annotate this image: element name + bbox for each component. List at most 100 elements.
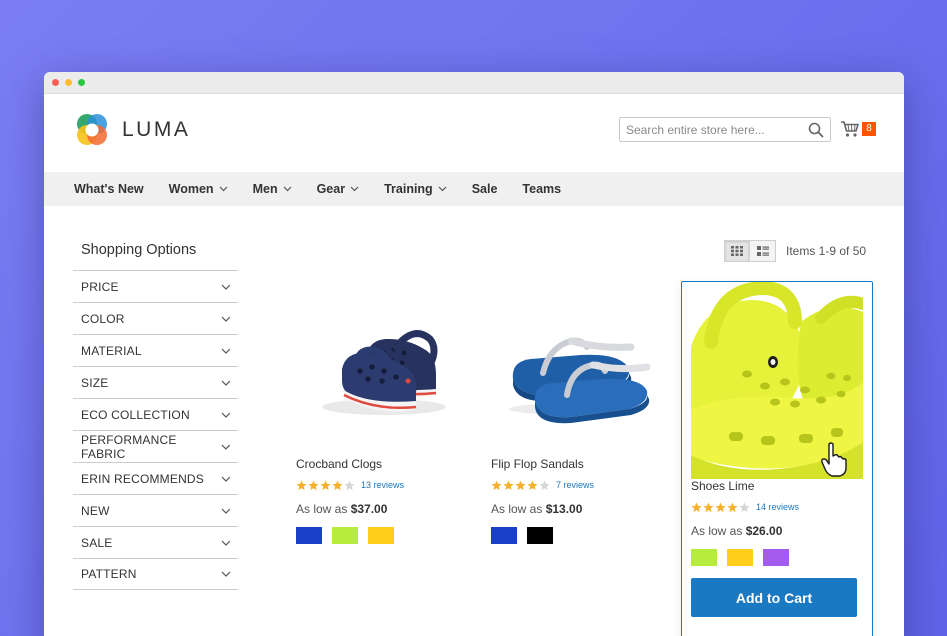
- grid-view-button[interactable]: [724, 240, 750, 262]
- star-filled-icon: [491, 479, 502, 490]
- chevron-down-icon: [221, 476, 231, 482]
- star-filled-icon: [320, 479, 331, 490]
- luma-logo-icon: [77, 114, 107, 145]
- reviews-link[interactable]: 7 reviews: [556, 480, 594, 490]
- filter-new[interactable]: NEW: [73, 494, 238, 526]
- nav-item-label: Women: [168, 182, 214, 196]
- site-header: LUMA 8: [44, 94, 904, 172]
- search-box: [619, 117, 831, 142]
- nav-item-whats-new[interactable]: What's New: [74, 182, 144, 196]
- color-swatch-yellow[interactable]: [368, 527, 394, 544]
- color-swatch-lime[interactable]: [332, 527, 358, 544]
- product-card[interactable]: Crocband Clogs 13 reviews As low as $37.…: [296, 277, 476, 544]
- product-name[interactable]: Flip Flop Sandals: [491, 457, 671, 475]
- browser-window: LUMA 8 What's New Women: [44, 72, 904, 636]
- add-to-cart-button[interactable]: Add to Cart: [691, 578, 857, 617]
- color-swatch-blue[interactable]: [491, 527, 517, 544]
- filter-label: COLOR: [81, 311, 125, 326]
- list-view-button[interactable]: [750, 240, 776, 262]
- nav-item-sale[interactable]: Sale: [472, 182, 498, 196]
- logo[interactable]: LUMA: [74, 112, 190, 148]
- color-swatch-black[interactable]: [527, 527, 553, 544]
- color-swatches: [296, 527, 476, 544]
- products-toolbar: Items 1-9 of 50: [724, 240, 866, 262]
- chevron-down-icon: [221, 284, 231, 290]
- filter-sale[interactable]: SALE: [73, 526, 238, 558]
- search-icon[interactable]: [808, 122, 824, 138]
- chevron-down-icon: [283, 186, 292, 192]
- product-card[interactable]: Flip Flop Sandals 7 reviews As low as $1…: [491, 277, 671, 544]
- filter-eco-collection[interactable]: ECO COLLECTION: [73, 398, 238, 430]
- nav-item-men[interactable]: Men: [253, 182, 292, 196]
- star-empty-icon: [539, 479, 550, 490]
- chevron-down-icon: [221, 412, 231, 418]
- chevron-down-icon: [221, 348, 231, 354]
- filter-label: ERIN RECOMMENDS: [81, 471, 205, 486]
- chevron-down-icon: [350, 186, 359, 192]
- reviews-link[interactable]: 14 reviews: [756, 502, 799, 512]
- filter-label: ECO COLLECTION: [81, 407, 190, 422]
- list-icon: [756, 246, 769, 256]
- product-image[interactable]: [691, 282, 863, 479]
- search-input[interactable]: [626, 119, 806, 140]
- product-name[interactable]: Crocband Clogs: [296, 457, 476, 475]
- star-filled-icon: [296, 479, 307, 490]
- price-value: $37.00: [350, 502, 388, 516]
- color-swatch-yellow[interactable]: [727, 549, 753, 566]
- chevron-down-icon: [221, 444, 231, 450]
- filter-color[interactable]: COLOR: [73, 302, 238, 334]
- nav-item-teams[interactable]: Teams: [522, 182, 561, 196]
- color-swatch-lime[interactable]: [691, 549, 717, 566]
- chevron-down-icon: [219, 186, 228, 192]
- filter-label: SIZE: [81, 375, 109, 390]
- color-swatches: [691, 549, 863, 566]
- filter-price[interactable]: PRICE: [73, 270, 238, 302]
- price-value: $13.00: [545, 502, 583, 516]
- minimize-window-button[interactable]: [65, 79, 72, 86]
- product-image[interactable]: [296, 277, 468, 457]
- filter-size[interactable]: SIZE: [73, 366, 238, 398]
- minicart[interactable]: 8: [840, 120, 876, 138]
- product-name[interactable]: Shoes Lime: [691, 479, 863, 497]
- close-window-button[interactable]: [52, 79, 59, 86]
- color-swatch-purple[interactable]: [763, 549, 789, 566]
- price-prefix: As low as: [691, 524, 743, 538]
- nav-item-training[interactable]: Training: [384, 182, 447, 196]
- logo-text: LUMA: [122, 118, 191, 141]
- main-navigation: What's New Women Men Gear Training Sale …: [44, 172, 904, 206]
- color-swatch-blue[interactable]: [296, 527, 322, 544]
- price-value: $26.00: [745, 524, 783, 538]
- star-filled-icon: [308, 479, 319, 490]
- nav-item-women[interactable]: Women: [169, 182, 228, 196]
- nav-item-label: Sale: [471, 182, 498, 196]
- product-price: As low as $26.00: [691, 521, 863, 541]
- filter-pattern[interactable]: PATTERN: [73, 558, 238, 590]
- chevron-down-icon: [438, 186, 447, 192]
- filter-label: PRICE: [81, 279, 119, 294]
- nav-item-label: Teams: [522, 182, 562, 196]
- star-filled-icon: [527, 479, 538, 490]
- nav-item-gear[interactable]: Gear: [317, 182, 360, 196]
- chevron-down-icon: [221, 508, 231, 514]
- rating-stars: [296, 479, 355, 491]
- maximize-window-button[interactable]: [78, 79, 85, 86]
- filter-performance-fabric[interactable]: PERFORMANCE FABRIC: [73, 430, 238, 462]
- filter-material[interactable]: MATERIAL: [73, 334, 238, 366]
- color-swatches: [491, 527, 671, 544]
- clog-image: [322, 330, 446, 415]
- star-filled-icon: [691, 501, 702, 512]
- grid-icon: [731, 246, 743, 256]
- filter-erin-recommends[interactable]: ERIN RECOMMENDS: [73, 462, 238, 494]
- product-card-hovered[interactable]: Shoes Lime 14 reviews As low as $26.00 A…: [681, 281, 873, 636]
- nav-item-label: Training: [384, 182, 433, 196]
- window-titlebar: [44, 72, 904, 94]
- nav-item-label: Gear: [316, 182, 346, 196]
- product-image[interactable]: [491, 277, 663, 457]
- star-filled-icon: [715, 501, 726, 512]
- cart-count-badge: 8: [862, 122, 876, 136]
- hand-pointer-cursor-icon: [821, 442, 847, 477]
- reviews-link[interactable]: 13 reviews: [361, 480, 404, 490]
- star-filled-icon: [703, 501, 714, 512]
- star-filled-icon: [515, 479, 526, 490]
- filter-label: SALE: [81, 535, 113, 550]
